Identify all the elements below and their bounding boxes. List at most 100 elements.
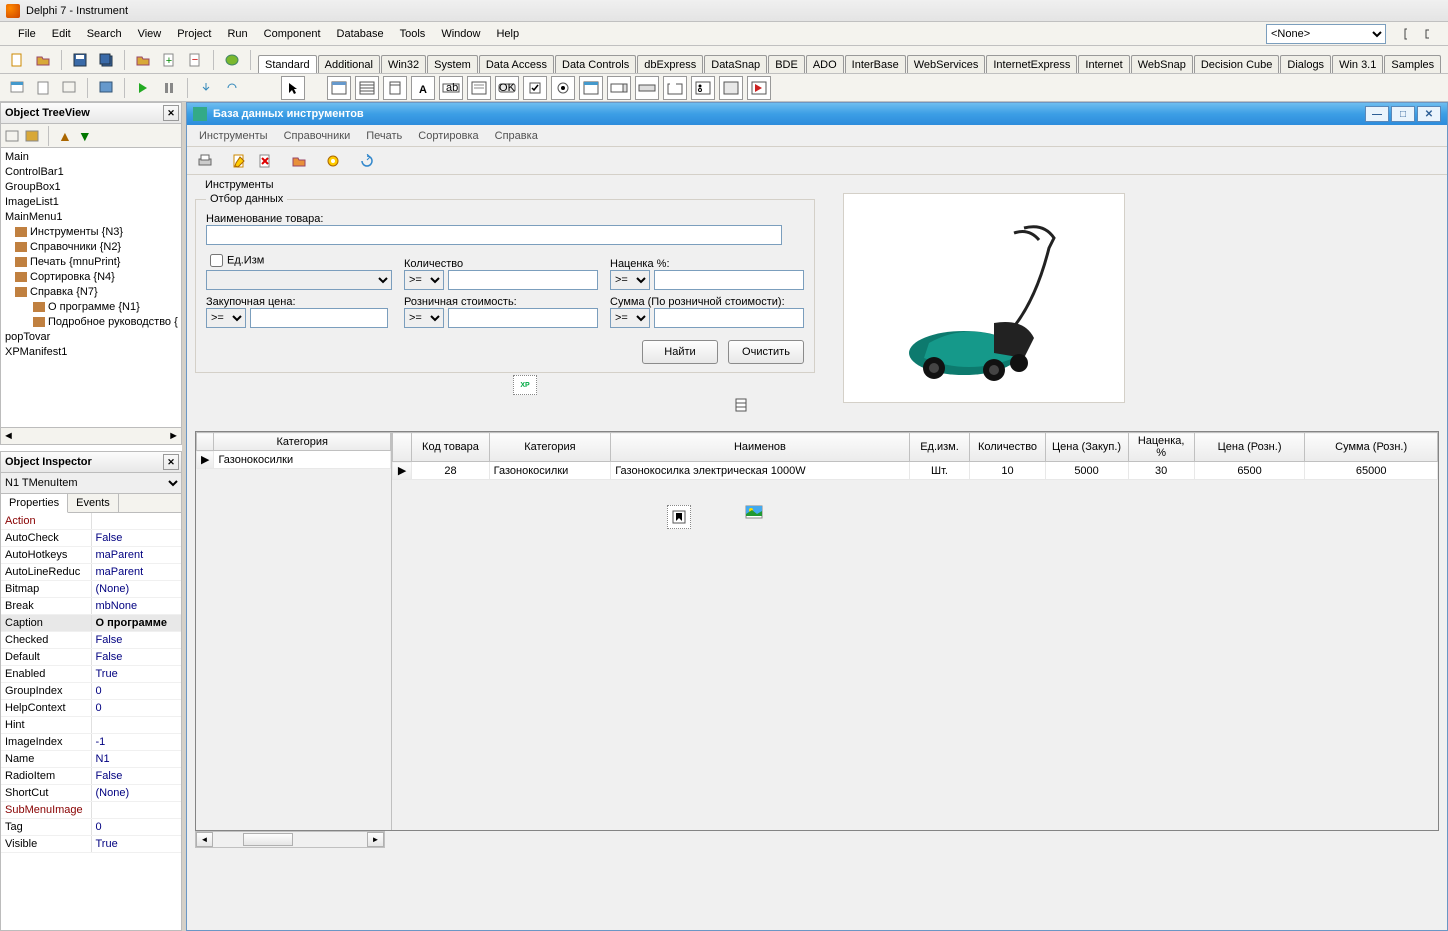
menu-view[interactable]: View <box>130 24 170 44</box>
menu-database[interactable]: Database <box>329 24 392 44</box>
prop-value[interactable]: 0 <box>91 700 181 717</box>
tab-internetexpress[interactable]: InternetExpress <box>986 55 1077 73</box>
prop-value[interactable]: mbNone <box>91 598 181 615</box>
view-form-icon[interactable] <box>6 77 28 99</box>
prop-value[interactable]: 0 <box>91 819 181 836</box>
tb-refresh-icon[interactable] <box>355 150 379 172</box>
menu-file[interactable]: File <box>10 24 44 44</box>
comp-checkbox-icon[interactable] <box>523 76 547 100</box>
tab-decisioncube[interactable]: Decision Cube <box>1194 55 1280 73</box>
menu-run[interactable]: Run <box>219 24 255 44</box>
pause-icon[interactable] <box>158 77 180 99</box>
retail-input[interactable] <box>448 308 598 328</box>
prop-value[interactable]: 0 <box>91 683 181 700</box>
cell-category[interactable]: Газонокосилки <box>214 451 391 469</box>
comp-mainmenu-icon[interactable] <box>355 76 379 100</box>
add-file-icon[interactable]: + <box>158 49 180 71</box>
toolbar-btn-a[interactable] <box>1394 23 1416 45</box>
formmenu-sort[interactable]: Сортировка <box>410 127 486 145</box>
close-icon[interactable]: ✕ <box>1417 106 1441 122</box>
tree-item[interactable]: Справка {N7} <box>5 285 177 300</box>
qty-input[interactable] <box>448 270 598 290</box>
prop-value[interactable]: N1 <box>91 751 181 768</box>
tab-dialogs[interactable]: Dialogs <box>1280 55 1331 73</box>
tree-item[interactable]: О программе {N1} <box>5 300 177 315</box>
run-icon[interactable] <box>132 77 154 99</box>
col-sum[interactable]: Сумма (Розн.) <box>1305 433 1438 462</box>
popupmenu-glyph[interactable] <box>734 398 752 412</box>
form-titlebar[interactable]: База данных инструментов — □ ✕ <box>187 103 1447 125</box>
find-button[interactable]: Найти <box>642 340 718 364</box>
comp-radiogroup-icon[interactable] <box>691 76 715 100</box>
scroll-right-icon[interactable]: ► <box>168 430 179 442</box>
prop-name[interactable]: ShortCut <box>1 785 91 802</box>
close-icon[interactable]: ✕ <box>163 454 179 470</box>
prop-value[interactable]: True <box>91 666 181 683</box>
close-icon[interactable]: ✕ <box>163 105 179 121</box>
main-grid[interactable]: Код товара Категория Наименов Ед.изм. Ко… <box>392 432 1438 830</box>
xpmanifest-glyph[interactable]: XP <box>513 375 537 395</box>
tab-dataaccess[interactable]: Data Access <box>479 55 554 73</box>
prop-value[interactable] <box>91 802 181 819</box>
prop-value[interactable]: False <box>91 632 181 649</box>
step-over-icon[interactable] <box>221 77 243 99</box>
tab-websnap[interactable]: WebSnap <box>1131 55 1193 73</box>
scroll-thumb[interactable] <box>243 833 293 846</box>
col-unit[interactable]: Ед.изм. <box>909 433 970 462</box>
grid-hscroll[interactable]: ◄ ► <box>195 831 385 848</box>
prop-value[interactable] <box>91 717 181 734</box>
formmenu-help[interactable]: Справка <box>487 127 546 145</box>
menu-component[interactable]: Component <box>256 24 329 44</box>
tree-item[interactable]: Main <box>5 150 177 165</box>
prop-value[interactable]: (None) <box>91 785 181 802</box>
datasource-glyph[interactable] <box>667 505 691 529</box>
menu-edit[interactable]: Edit <box>44 24 79 44</box>
tab-ado[interactable]: ADO <box>806 55 844 73</box>
qty-op-select[interactable]: >= <box>404 270 444 290</box>
prop-value[interactable]: (None) <box>91 581 181 598</box>
tree-item[interactable]: Подробное руководство { <box>5 315 177 330</box>
col-retailprice[interactable]: Цена (Розн.) <box>1194 433 1305 462</box>
open-icon[interactable] <box>32 49 54 71</box>
tb-print-icon[interactable] <box>193 150 217 172</box>
menu-help[interactable]: Help <box>488 24 527 44</box>
tab-datacontrols[interactable]: Data Controls <box>555 55 636 73</box>
help-contents-icon[interactable] <box>221 49 243 71</box>
prop-name[interactable]: Tag <box>1 819 91 836</box>
tab-additional[interactable]: Additional <box>318 55 380 73</box>
buyprice-op-select[interactable]: >= <box>206 308 246 328</box>
view-unit-icon[interactable] <box>32 77 54 99</box>
tb-folder-icon[interactable] <box>287 150 311 172</box>
tab-internet[interactable]: Internet <box>1078 55 1129 73</box>
tab-datasnap[interactable]: DataSnap <box>704 55 767 73</box>
object-treeview[interactable]: MainControlBar1GroupBox1ImageList1MainMe… <box>0 148 182 428</box>
tree-down-icon[interactable]: ▼ <box>78 128 92 144</box>
tab-interbase[interactable]: InterBase <box>845 55 906 73</box>
tree-item[interactable]: XPManifest1 <box>5 345 177 360</box>
category-grid[interactable]: Категория ▶Газонокосилки <box>196 432 392 830</box>
unit-select[interactable] <box>206 270 392 290</box>
prop-name[interactable]: Visible <box>1 836 91 853</box>
scroll-left-icon[interactable]: ◄ <box>3 430 14 442</box>
new-form-icon[interactable] <box>95 77 117 99</box>
formmenu-dictionaries[interactable]: Справочники <box>276 127 359 145</box>
tb-delete-icon[interactable] <box>253 150 277 172</box>
name-input[interactable] <box>206 225 782 245</box>
tab-dbexpress[interactable]: dbExpress <box>637 55 703 73</box>
prop-value[interactable]: False <box>91 530 181 547</box>
col-code[interactable]: Код товара <box>412 433 489 462</box>
sum-input[interactable] <box>654 308 804 328</box>
prop-name[interactable]: Checked <box>1 632 91 649</box>
prop-value[interactable] <box>91 513 181 530</box>
tab-win32[interactable]: Win32 <box>381 55 426 73</box>
imagelist-glyph[interactable] <box>742 500 766 524</box>
prop-name[interactable]: Default <box>1 649 91 666</box>
scroll-right-icon[interactable]: ► <box>367 832 384 847</box>
toggle-formunit-icon[interactable] <box>58 77 80 99</box>
toolbar-btn-b[interactable] <box>1416 23 1438 45</box>
buyprice-input[interactable] <box>250 308 388 328</box>
menu-search[interactable]: Search <box>79 24 130 44</box>
comp-label-icon[interactable]: A <box>411 76 435 100</box>
save-icon[interactable] <box>69 49 91 71</box>
col-qty[interactable]: Количество <box>970 433 1045 462</box>
